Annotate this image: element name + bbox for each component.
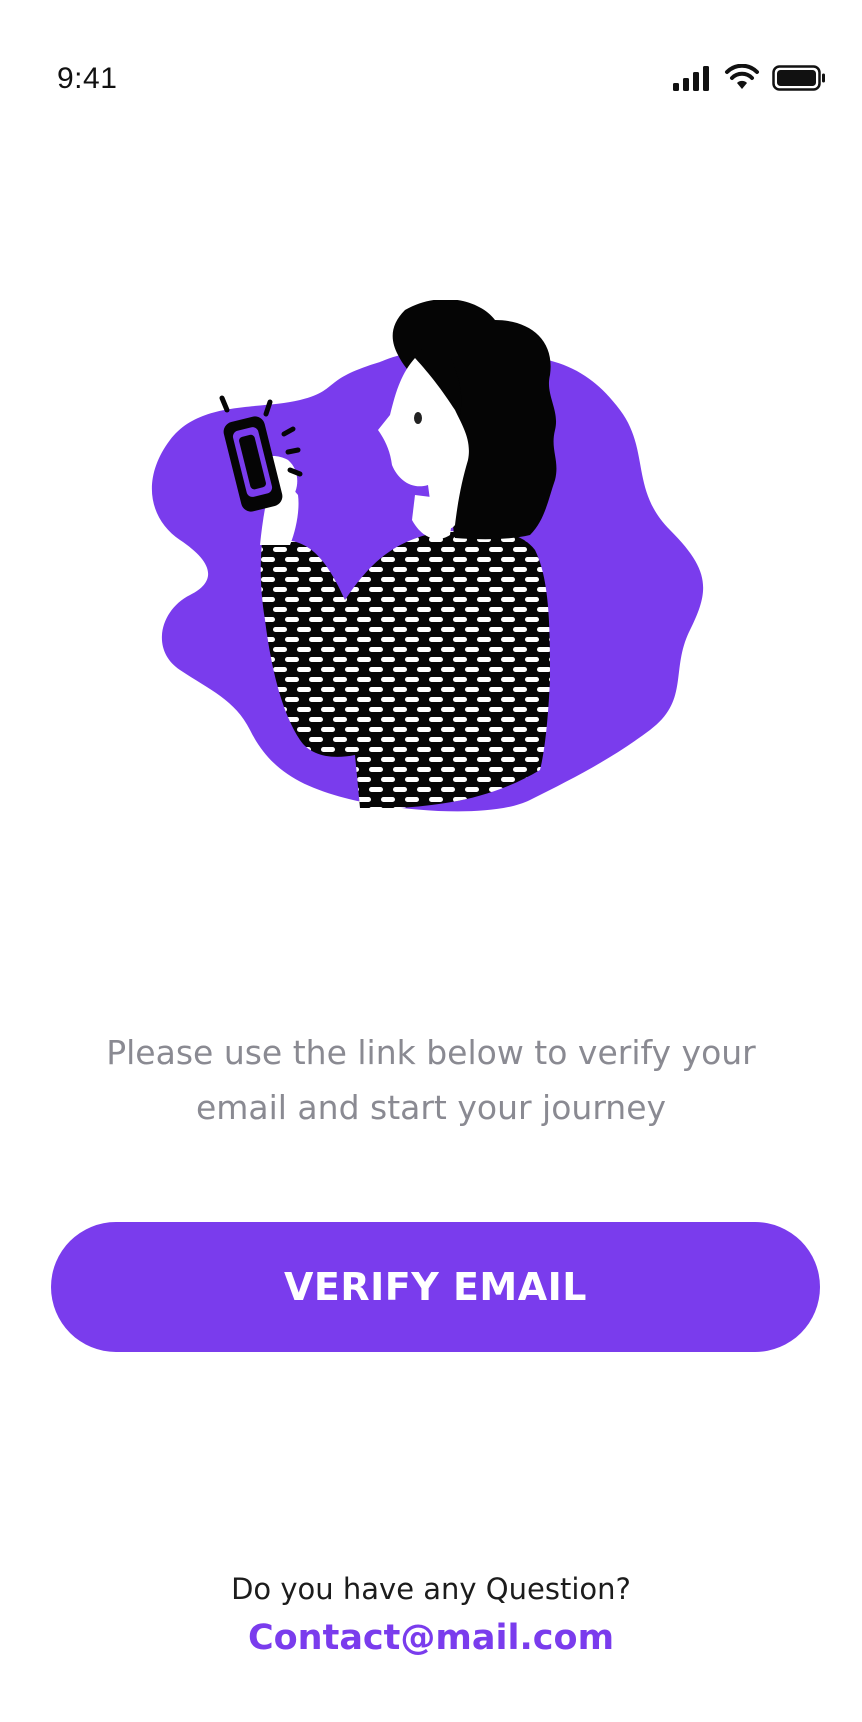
battery-icon [772,64,826,91]
question-text: Do you have any Question? [231,1572,631,1606]
verify-email-screen: 9:41 Please use the link below to verify… [0,0,862,1722]
instruction-message: Please use the link below to verify your… [60,1025,802,1135]
contact-email-link[interactable]: Contact@mail.com [0,1618,862,1658]
status-icons [672,64,826,91]
woman-with-phone-illustration [150,299,720,880]
cellular-signal-icon [672,65,712,91]
status-time: 9:41 [57,62,118,95]
message-line-1: Please use the link below to verify your [106,1033,756,1072]
verify-email-button[interactable]: VERIFY EMAIL [51,1222,820,1352]
message-line-2: email and start your journey [195,1088,667,1127]
wifi-icon [724,64,760,91]
